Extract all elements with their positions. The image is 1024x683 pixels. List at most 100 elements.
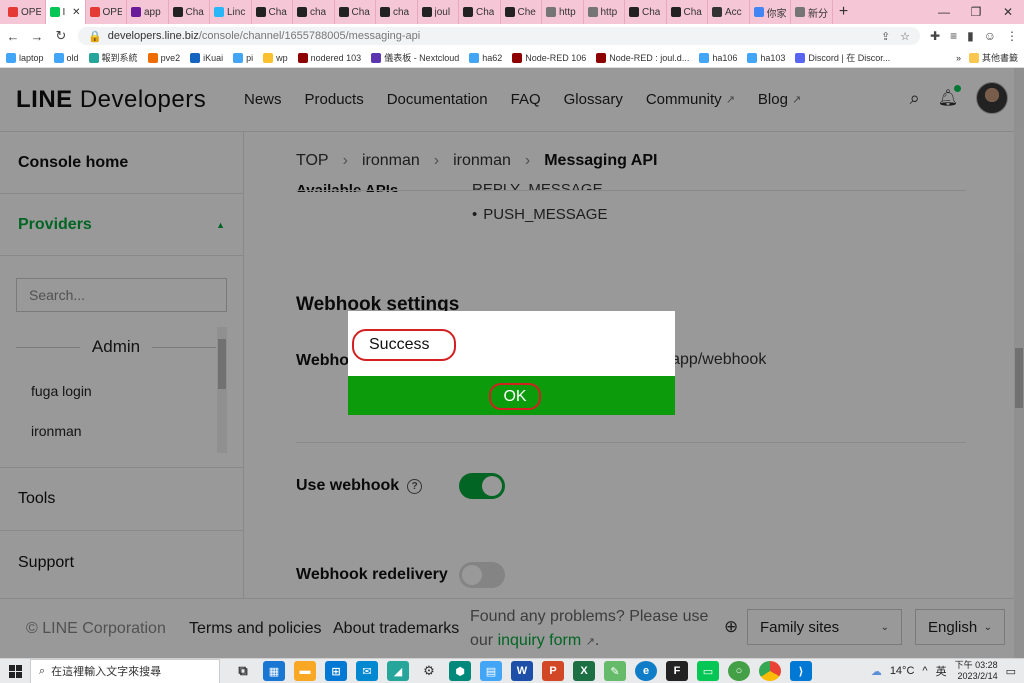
url-path: /console/channel/1655788005/messaging-ap… <box>198 30 421 42</box>
task-view-icon[interactable]: ⧉ <box>232 661 254 681</box>
clock[interactable]: 下午 03:28 2023/2/14 <box>955 660 998 682</box>
profile-icon[interactable]: ☺ <box>984 29 996 43</box>
browser-tab[interactable]: cha <box>376 0 418 24</box>
bookmark-star-icon[interactable]: ☆ <box>900 30 910 43</box>
web-page: LINE Developers News Products Documentatio… <box>0 68 1024 658</box>
browser-tab[interactable]: app <box>127 0 169 24</box>
bookmark-item[interactable]: 儀表板 - Nextcloud <box>371 51 459 64</box>
bookmark-item[interactable]: Node-RED 106 <box>512 51 586 64</box>
bookmarks-more-button[interactable]: » <box>956 53 961 63</box>
browser-tab[interactable]: Cha <box>169 0 210 24</box>
bookmark-item[interactable]: iKuai <box>190 51 223 64</box>
mail-icon[interactable]: ✉ <box>356 661 378 681</box>
windows-icon <box>8 664 22 678</box>
browser-tab[interactable]: joul <box>418 0 459 24</box>
ime-indicator[interactable]: 英 <box>936 663 947 679</box>
favicon-icon <box>629 7 639 17</box>
reload-icon[interactable]: ↻ <box>54 28 68 44</box>
browser-tab[interactable]: Che <box>501 0 542 24</box>
back-icon[interactable]: ← <box>6 29 20 44</box>
app-icon[interactable]: ○ <box>728 661 750 681</box>
bookmark-item[interactable]: pi <box>233 51 253 64</box>
bookmark-item[interactable]: ha103 <box>747 51 785 64</box>
app-f-icon[interactable]: F <box>666 661 688 681</box>
tray-expand-icon[interactable]: ^ <box>922 665 927 677</box>
bookmark-item[interactable]: laptop <box>6 51 44 64</box>
bookmark-item[interactable]: nodered 103 <box>297 51 361 64</box>
forward-icon[interactable]: → <box>30 29 44 44</box>
favicon-icon <box>172 7 183 17</box>
app-icon[interactable]: ▤ <box>480 661 502 681</box>
ok-button[interactable]: OK <box>489 383 541 410</box>
start-button[interactable] <box>0 664 30 678</box>
favicon-icon <box>131 7 141 17</box>
restore-icon[interactable]: ❐ <box>960 0 992 24</box>
modal-backdrop[interactable]: Success OK <box>0 68 1024 658</box>
bookmark-item[interactable]: 報到系統 <box>88 51 138 64</box>
browser-tab[interactable]: Cha <box>252 0 293 24</box>
edge-icon[interactable]: e <box>635 661 657 681</box>
sidepanel-icon[interactable]: ▮ <box>967 29 974 43</box>
address-bar-row: ← → ↻ 🔒 developers.line.biz/console/chan… <box>0 24 1024 48</box>
browser-tab[interactable]: cha <box>293 0 335 24</box>
bookmark-favicon-icon <box>190 52 201 63</box>
store-icon[interactable]: ⊞ <box>325 661 347 681</box>
browser-tab[interactable]: 你家 <box>750 0 791 24</box>
taskbar-search-input[interactable]: ⌕ 在這裡輸入文字來搜尋 <box>30 658 220 683</box>
file-explorer-icon[interactable]: ▬ <box>294 661 316 681</box>
favicon-icon <box>89 7 100 17</box>
powerpoint-icon[interactable]: P <box>542 661 564 681</box>
word-icon[interactable]: W <box>511 661 533 681</box>
bookmark-favicon-icon <box>596 52 607 63</box>
favicon-icon <box>297 7 307 17</box>
favicon-icon <box>546 7 556 17</box>
browser-tab[interactable]: Cha <box>625 0 667 24</box>
browser-tab[interactable]: 新分 <box>791 0 833 24</box>
calculator-icon[interactable]: ▦ <box>263 661 285 681</box>
browser-tab[interactable]: Cha <box>459 0 501 24</box>
browser-tab[interactable]: http <box>584 0 625 24</box>
url-input[interactable]: 🔒 developers.line.biz/console/channel/16… <box>78 27 921 45</box>
browser-tab[interactable]: OPE <box>86 0 127 24</box>
chrome-icon[interactable] <box>759 661 781 681</box>
browser-tab[interactable]: Acc <box>708 0 750 24</box>
app-icon[interactable]: ◢ <box>387 661 409 681</box>
new-tab-button[interactable]: + <box>833 3 855 21</box>
weather-icon[interactable]: ☁ <box>871 665 882 678</box>
other-bookmarks-folder[interactable]: 其他書籤 <box>968 51 1018 64</box>
bookmark-favicon-icon <box>233 52 244 63</box>
bookmark-item[interactable]: pve2 <box>147 51 180 64</box>
bookmark-item[interactable]: Discord | 在 Discor... <box>795 51 890 64</box>
browser-tab[interactable]: http <box>542 0 584 24</box>
bookmark-item[interactable]: Node-RED : joul.d... <box>596 51 689 64</box>
share-icon[interactable]: ⇪ <box>881 30 890 43</box>
browser-tab[interactable]: Linc <box>210 0 252 24</box>
browser-tab[interactable]: OPE <box>4 0 46 24</box>
bookmark-favicon-icon <box>371 52 382 63</box>
favicon-icon <box>214 7 224 17</box>
line-app-icon[interactable]: ▭ <box>697 661 719 681</box>
excel-icon[interactable]: X <box>573 661 595 681</box>
browser-tab[interactable]: Cha <box>335 0 376 24</box>
app-icon[interactable]: ⬢ <box>449 661 471 681</box>
reading-list-icon[interactable]: ≡ <box>950 29 957 43</box>
settings-gear-icon[interactable]: ⚙ <box>418 661 440 681</box>
close-tab-icon[interactable]: ✕ <box>72 7 80 18</box>
app-icon[interactable]: ✎ <box>604 661 626 681</box>
close-window-icon[interactable]: ✕ <box>992 0 1024 24</box>
browser-tab[interactable]: I ✕ <box>45 0 86 24</box>
bookmark-item[interactable]: wp <box>263 51 288 64</box>
menu-icon[interactable]: ⋮ <box>1006 29 1018 43</box>
notification-center-icon[interactable]: ▭ <box>1006 665 1016 678</box>
lock-icon: 🔒 <box>88 30 102 43</box>
weather-temp[interactable]: 14°C <box>890 665 915 677</box>
extensions-icon[interactable]: ✚ <box>930 29 940 43</box>
bookmark-favicon-icon <box>795 52 806 63</box>
vscode-icon[interactable]: ⟩ <box>790 661 812 681</box>
bookmark-item[interactable]: ha62 <box>469 51 502 64</box>
bookmark-item[interactable]: ha106 <box>699 51 737 64</box>
dialog-button-bar: OK <box>348 376 675 415</box>
bookmark-item[interactable]: old <box>53 51 79 64</box>
browser-tab[interactable]: Cha <box>667 0 708 24</box>
minimize-icon[interactable]: — <box>928 0 960 24</box>
